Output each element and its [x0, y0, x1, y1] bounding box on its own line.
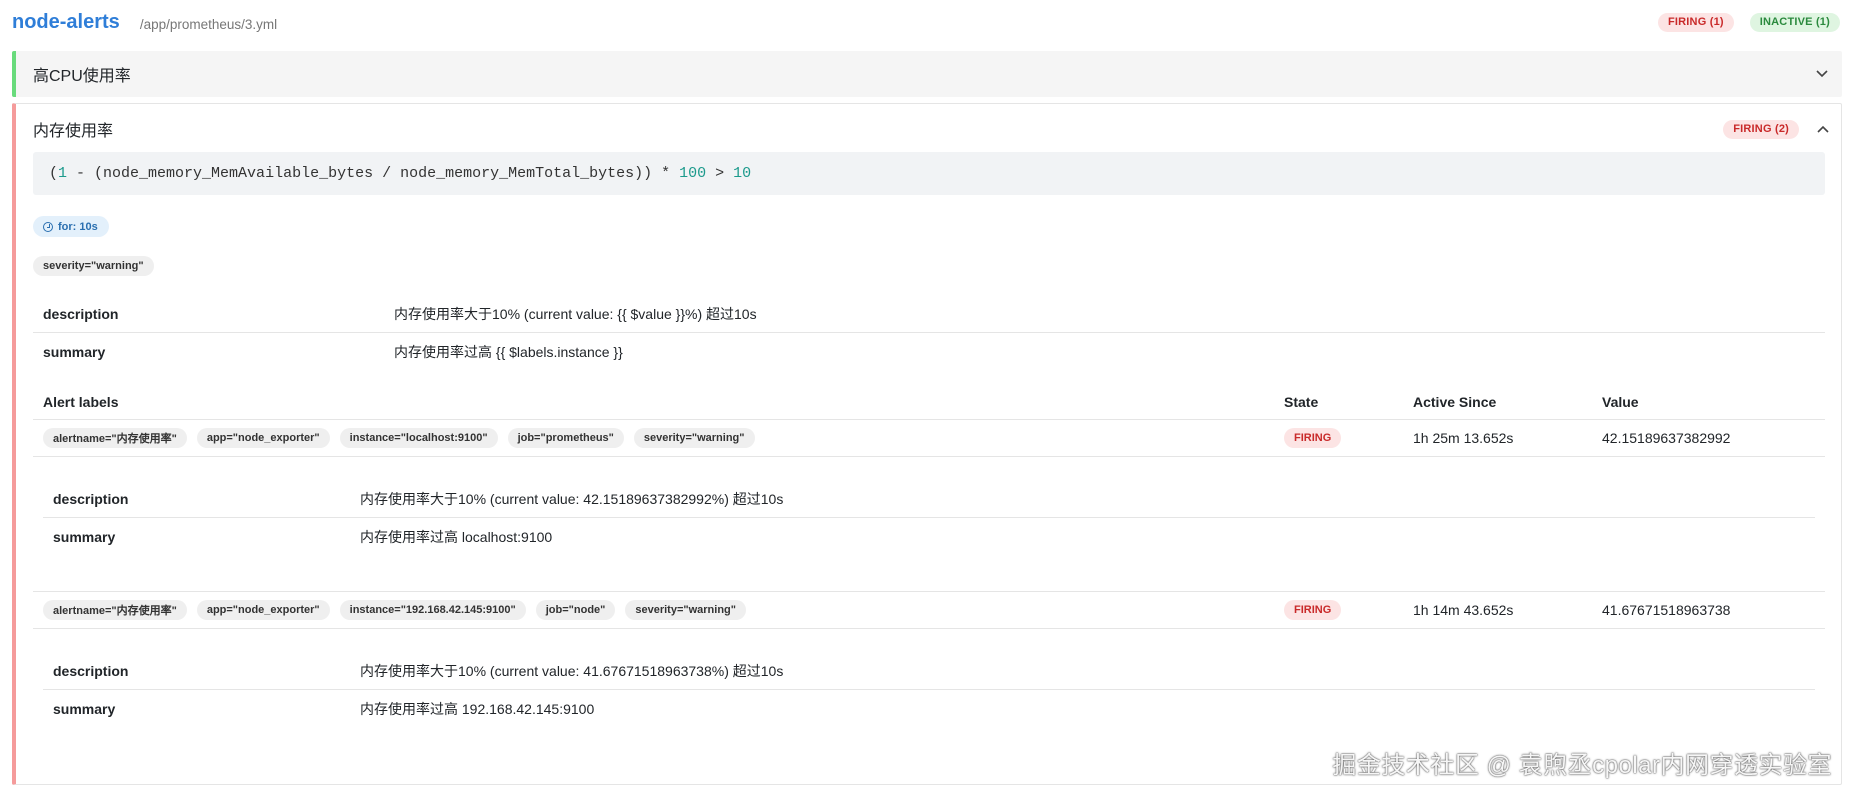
alert-active-since: 1h 14m 43.652s [1413, 602, 1514, 618]
annotation-key: description [43, 306, 119, 322]
annotation-value: 内存使用率大于10% (current value: 41.6767151896… [360, 663, 784, 679]
annotation-row: description 内存使用率大于10% (current value: {… [33, 296, 1825, 333]
annotation-row: summary 内存使用率过高 localhost:9100 [43, 518, 1815, 555]
annotation-value: 内存使用率大于10% (current value: 42.1518963738… [360, 491, 784, 507]
alert-value: 41.67671518963738 [1602, 602, 1731, 618]
alert-annotations: description 内存使用率大于10% (current value: 4… [33, 629, 1825, 764]
state-badge: FIRING [1284, 600, 1342, 620]
chevron-down-icon[interactable] [1816, 65, 1828, 83]
label-pill: severity="warning" [33, 256, 154, 276]
rule-title: 高CPU使用率 [33, 68, 131, 85]
annotation-key: description [53, 663, 129, 679]
alerts-table-header: Alert labels State Active Since Value [33, 384, 1825, 420]
rule-expression: (1 - (node_memory_MemAvailable_bytes / n… [33, 152, 1825, 195]
label-pill: app="node_exporter" [196, 428, 330, 448]
header-value: Value [1602, 393, 1639, 410]
label-pill: severity="warning" [625, 600, 746, 620]
label-pill: severity="warning" [633, 428, 755, 448]
rule-firing-badge: FIRING (2) [1723, 119, 1799, 139]
header-alert-labels: Alert labels [43, 393, 119, 410]
alert-value: 42.15189637382992 [1602, 430, 1731, 446]
label-pill: job="prometheus" [507, 428, 624, 448]
annotation-key: description [53, 491, 129, 507]
annotation-row: description 内存使用率大于10% (current value: 4… [43, 653, 1815, 690]
alerts-table: Alert labels State Active Since Value al… [33, 384, 1825, 764]
label-pill: instance="localhost:9100" [339, 428, 498, 448]
header-state: State [1284, 393, 1319, 410]
label-pill: app="node_exporter" [196, 600, 330, 620]
alert-annotations: description 内存使用率大于10% (current value: 4… [33, 457, 1825, 592]
annotation-row: summary 内存使用率过高 {{ $labels.instance }} [33, 333, 1825, 370]
header-active-since: Active Since [1413, 393, 1497, 410]
annotation-value: 内存使用率大于10% (current value: {{ $value }}%… [394, 306, 757, 322]
expr-number: 1 [58, 165, 68, 182]
expr-text: - (node_memory_MemAvailable_bytes / node… [67, 165, 680, 182]
group-badges: FIRING (1) INACTIVE (1) [1657, 12, 1840, 32]
chevron-up-icon[interactable] [1817, 125, 1829, 133]
alert-active-since: 1h 25m 13.652s [1413, 430, 1514, 446]
state-badge: FIRING [1284, 428, 1342, 448]
label-pill: alertname="内存使用率" [43, 428, 187, 448]
alert-labels: alertname="内存使用率" app="node_exporter" in… [33, 600, 1284, 620]
expr-operator: > [706, 165, 734, 182]
annotation-value: 内存使用率过高 192.168.42.145:9100 [360, 700, 595, 717]
alert-row[interactable]: alertname="内存使用率" app="node_exporter" in… [33, 592, 1825, 629]
clock-icon [43, 221, 53, 232]
rule-memory-usage: 内存使用率 FIRING (2) (1 - (node_memory_MemAv… [12, 103, 1842, 785]
label-pill: job="node" [535, 600, 616, 620]
expr-number: 10 [733, 165, 752, 182]
rule-title: 内存使用率 [33, 123, 114, 140]
firing-count-badge[interactable]: FIRING (1) [1657, 12, 1734, 32]
alert-state-cell: FIRING [1284, 428, 1413, 448]
annotation-key: summary [53, 528, 116, 545]
inactive-count-badge[interactable]: INACTIVE (1) [1749, 12, 1840, 32]
group-name[interactable]: node-alerts [12, 11, 120, 34]
alert-labels: alertname="内存使用率" app="node_exporter" in… [33, 428, 1284, 448]
group-file-path: /app/prometheus/3.yml [139, 16, 278, 32]
expr-paren: ( [49, 165, 59, 182]
annotation-row: summary 内存使用率过高 192.168.42.145:9100 [43, 690, 1815, 727]
rule-annotations: description 内存使用率大于10% (current value: {… [33, 296, 1825, 370]
rule-high-cpu[interactable]: 高CPU使用率 [12, 51, 1842, 97]
annotation-key: summary [53, 700, 116, 717]
group-header: node-alerts /app/prometheus/3.yml FIRING… [12, 8, 1840, 36]
alert-row[interactable]: alertname="内存使用率" app="node_exporter" in… [33, 420, 1825, 457]
for-duration-text: for: 10s [58, 220, 98, 233]
annotation-value: 内存使用率过高 {{ $labels.instance }} [394, 343, 623, 360]
annotation-row: description 内存使用率大于10% (current value: 4… [43, 481, 1815, 518]
expr-number: 100 [679, 165, 707, 182]
watermark-text: 掘金技术社区 @ 袁煦丞cpolar内网穿透实验室 [1332, 752, 1832, 779]
label-pill: instance="192.168.42.145:9100" [339, 600, 526, 620]
for-duration-badge: for: 10s [33, 216, 109, 237]
rule-header[interactable]: 内存使用率 FIRING (2) [33, 116, 1829, 142]
annotation-key: summary [43, 343, 106, 360]
alert-state-cell: FIRING [1284, 600, 1413, 620]
annotation-value: 内存使用率过高 localhost:9100 [360, 528, 553, 545]
label-pill: alertname="内存使用率" [43, 600, 187, 620]
rule-labels: severity="warning" [33, 256, 154, 276]
